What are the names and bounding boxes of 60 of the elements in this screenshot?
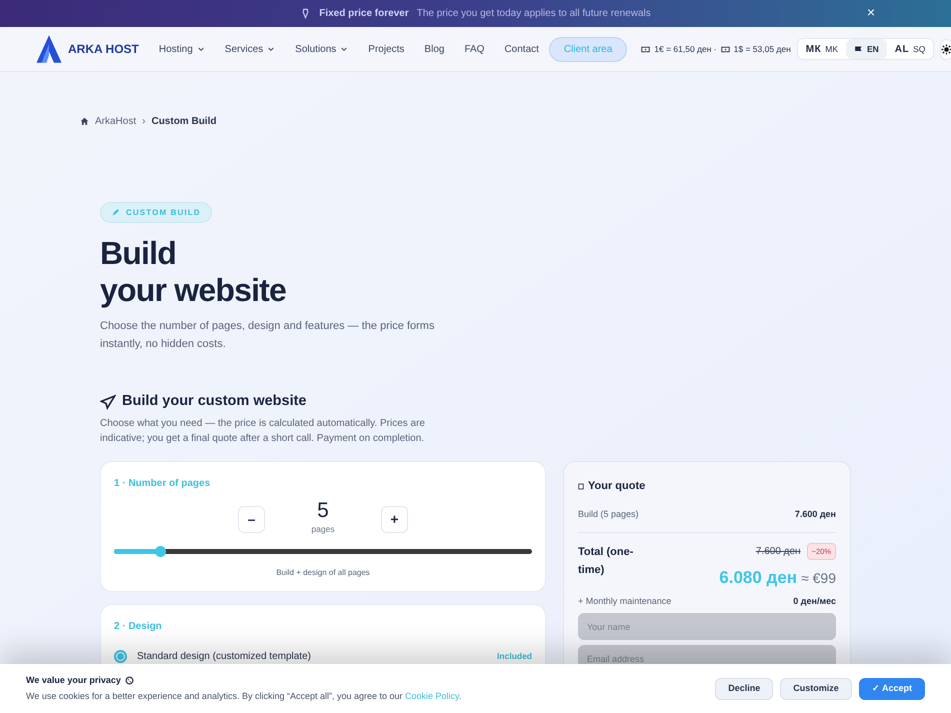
nav-link[interactable]: Solutions <box>295 42 348 56</box>
total-label: Total (one-time) <box>578 544 634 578</box>
old-price: 7.600 ден <box>756 544 801 559</box>
sun-icon <box>941 44 951 54</box>
nav-link[interactable]: Projects <box>368 42 404 56</box>
increment-button[interactable]: + <box>381 506 408 533</box>
exchange-rate: 1$ = 53,05 ден <box>734 42 791 56</box>
card-heading: 2 · Design <box>114 620 163 634</box>
nav-link[interactable]: FAQ <box>464 42 484 56</box>
language-button[interactable]: EN <box>846 39 887 59</box>
cookie-icon <box>124 676 134 685</box>
banner-title: Fixed price forever <box>319 7 409 21</box>
breadcrumb-link[interactable]: ArkaHost <box>95 114 136 129</box>
chevron-down-icon <box>267 45 276 53</box>
theme-toggle-button[interactable] <box>940 38 951 60</box>
option-label: Standard design (customized template) <box>137 650 311 664</box>
chevron-down-icon <box>340 45 348 53</box>
nav-link[interactable]: Services <box>224 42 276 56</box>
close-button[interactable]: × <box>866 5 875 19</box>
page-title: Build your website <box>100 235 288 309</box>
page-count-label: pages <box>311 522 335 536</box>
option-price: Included <box>497 650 532 663</box>
banner-text: The price you get today applies to all future renewals <box>416 7 651 21</box>
breadcrumb-separator: › <box>142 115 146 129</box>
section-title: Build your custom website <box>122 392 306 411</box>
card-heading: 1 · Number of pages <box>114 476 212 491</box>
maintenance-value: 0 ден/мес <box>793 594 836 608</box>
paper-plane-icon <box>100 394 116 410</box>
logo-text: ARKA HOST <box>68 41 139 58</box>
hero-description: Choose the number of pages, design and features — the price forms instantly, no hidden costs. <box>100 319 436 352</box>
flag-icon <box>854 44 863 54</box>
nav-link[interactable]: Hosting <box>158 42 205 56</box>
slider-caption: Build + design of all pages <box>275 566 371 578</box>
quote-title: Your quote <box>588 478 646 494</box>
banknote-icon <box>720 44 730 54</box>
chevron-down-icon <box>196 45 205 53</box>
line-label: Build (5 pages) <box>578 508 639 522</box>
maintenance-label: + Monthly maintenance <box>578 594 672 608</box>
total-price: 6.080 ден <box>719 567 798 589</box>
text-field[interactable]: Your name <box>578 613 836 640</box>
badge: CUSTOM BUILD <box>100 202 212 223</box>
cookie-button[interactable]: Customize <box>780 678 852 700</box>
section-description: Choose what you need — the price is calculated automatically. Prices are indicative; you get a final quote after a short call. Payment on completion. <box>100 416 426 446</box>
approx-price: ≈ €99 <box>801 569 836 588</box>
line-value: 7.600 ден <box>794 508 836 522</box>
banknote-icon <box>641 44 650 54</box>
logo-icon <box>34 34 64 64</box>
cookie-title: We value your privacy <box>26 674 121 687</box>
cookie-button[interactable]: Decline <box>715 678 774 700</box>
nav-link[interactable]: Blog <box>424 42 444 56</box>
cookie-text: We use cookies for a better experience and analytics. By clicking “Accept all”, you agree to our Cookie Policy. <box>26 690 462 703</box>
cookie-button[interactable]: ✓ Accept <box>858 678 925 700</box>
page-count: 5 <box>317 498 329 523</box>
breadcrumb-link[interactable]: Custom Build <box>151 114 216 129</box>
slider-thumb[interactable] <box>154 546 166 556</box>
home-icon <box>80 117 89 126</box>
radio-button[interactable] <box>114 650 127 663</box>
exchange-rate: 1€ = 61,50 ден · <box>654 42 717 56</box>
decrement-button[interactable]: – <box>238 506 265 533</box>
nav-link[interactable]: Contact <box>504 42 539 56</box>
